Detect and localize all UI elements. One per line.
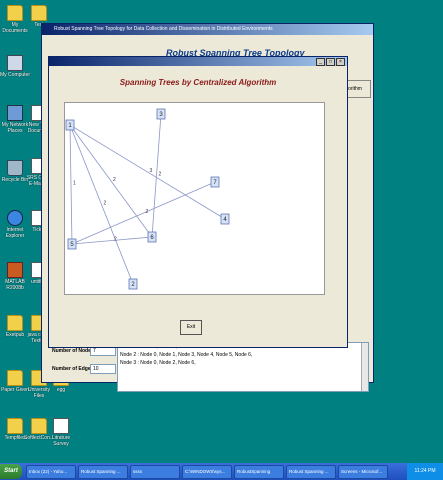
graph-svg: 31222221374652 — [65, 108, 230, 290]
taskbar-item[interactable]: Robust Spanning ... — [286, 464, 336, 479]
computer-icon — [7, 55, 23, 71]
taskbar-item[interactable]: Inbox (22) - Yaho... — [26, 464, 76, 479]
spanning-window-heading: Spanning Trees by Centralized Algorithm — [119, 78, 277, 87]
list-item[interactable]: Node 2 : Node 0, Node 1, Node 3, Node 4,… — [118, 351, 368, 359]
graph-edge-1-2 — [69, 124, 134, 285]
edge-weight-label: 2 — [114, 237, 117, 243]
edges-label: Number of Edges — [52, 366, 94, 372]
desktop-icon-my-computer[interactable]: My Computer — [0, 55, 30, 78]
maximize-button[interactable]: □ — [326, 58, 335, 66]
list-item[interactable]: Node 3 : Node 0, Node 2, Node 6, — [118, 359, 368, 367]
network-icon — [7, 105, 23, 121]
graph-edge-1-4 — [69, 124, 226, 220]
taskbar-item[interactable]: Robust Spanning ... — [78, 464, 128, 479]
exit-button[interactable]: Exit — [180, 320, 202, 335]
folder-icon — [7, 418, 23, 434]
minimize-button[interactable]: _ — [316, 58, 325, 66]
matlab-icon — [7, 262, 23, 278]
graph-edge-5-7 — [71, 181, 216, 245]
start-button[interactable]: Start — [0, 464, 22, 479]
edge-weight-label: 2 — [159, 172, 162, 178]
folder-icon — [7, 315, 23, 331]
folder-icon — [31, 418, 47, 434]
clock: 11:24 PM — [407, 463, 443, 480]
edges-field[interactable]: 10 — [90, 364, 116, 374]
edge-weight-label: 2 — [104, 201, 107, 207]
taskbar-item[interactable]: C:\WINDOWS\sys... — [182, 464, 232, 479]
folder-icon — [7, 5, 23, 21]
internet-explorer-icon — [7, 210, 23, 226]
document-icon — [53, 418, 69, 434]
taskbar-item[interactable]: ssss — [130, 464, 180, 479]
graph-edge-5-6 — [71, 236, 153, 245]
taskbar: Start Inbox (22) - Yaho... Robust Spanni… — [0, 463, 443, 480]
list-scrollbar[interactable] — [361, 343, 368, 391]
graph-edge-1-5 — [69, 124, 73, 245]
taskbar-item[interactable]: Screens - Microsof... — [338, 464, 388, 479]
close-button[interactable]: × — [336, 58, 345, 66]
edge-weight-label: 2 — [113, 177, 116, 183]
taskbar-item[interactable]: RobustSpanning — [234, 464, 284, 479]
recycle-bin-icon — [7, 160, 23, 176]
desktop-icon-litrature[interactable]: Litrature Survey — [46, 418, 76, 447]
folder-icon — [31, 5, 47, 21]
spanning-window-titlebar[interactable]: _ □ × — [49, 57, 347, 66]
edge-weight-label: 2 — [146, 209, 149, 215]
nodes-label: Number of Nodes — [52, 348, 94, 354]
edge-weight-label: 1 — [73, 181, 76, 187]
edge-weight-label: 3 — [150, 168, 153, 174]
main-window-titlebar[interactable]: Robust Spanning Tree Topology for Data C… — [42, 24, 373, 35]
graph-canvas: 31222221374652 — [64, 102, 325, 295]
adjacency-list[interactable]: Node 1 : Node 0, Node 2, Node 2 : Node 0… — [117, 342, 369, 392]
spanning-tree-window[interactable]: _ □ × Spanning Trees by Centralized Algo… — [48, 56, 348, 348]
folder-icon — [7, 370, 23, 386]
graph-edge-1-6 — [69, 124, 153, 238]
